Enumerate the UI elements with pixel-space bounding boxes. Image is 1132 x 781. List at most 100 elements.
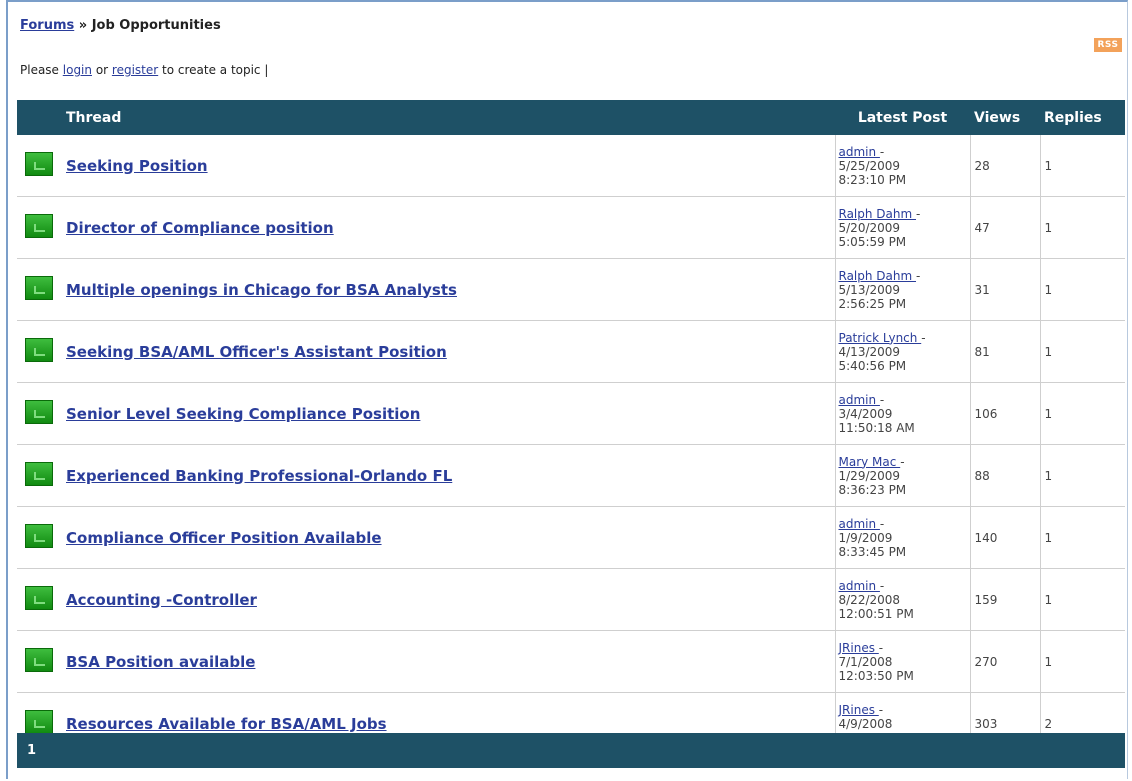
latest-post-time: 12:00:51 PM [838,606,914,621]
folder-icon [24,586,53,610]
folder-icon [24,152,53,176]
thread-title-cell: BSA Position available [60,630,835,693]
thread-icon-cell [17,506,60,569]
views-count: 88 [970,444,1041,507]
login-prompt-prefix: Please [20,63,63,77]
table-row: Experienced Banking Professional-Orlando… [17,444,1125,507]
thread-title-link[interactable]: Senior Level Seeking Compliance Position [66,405,420,423]
table-row: Accounting -Controller admin -8/22/2008 12… [17,568,1125,631]
thread-icon-cell [17,568,60,631]
table-row: Director of Compliance position Ralph Dah… [17,196,1125,259]
login-prompt: Please login or register to create a top… [20,63,268,77]
latest-post-cell: admin -8/22/2008 12:00:51 PM [834,568,971,631]
folder-icon [24,710,53,734]
latest-post-date: 4/9/2008 [838,716,893,731]
thread-title-link[interactable]: Accounting -Controller [66,591,257,609]
thread-title-cell: Director of Compliance position [60,196,835,259]
latest-post-dash: - [879,392,885,407]
thread-icon-cell [17,630,60,693]
table-header-row: Thread Latest Post Views Replies [17,100,1125,135]
latest-post-author-link[interactable]: admin [839,145,880,159]
thread-title-cell: Compliance Officer Position Available [60,506,835,569]
thread-title-link[interactable]: Director of Compliance position [66,219,334,237]
latest-post-author-link[interactable]: JRines [839,703,879,717]
latest-post-time: 12:03:50 PM [838,668,914,683]
latest-post-author-link[interactable]: JRines [839,641,879,655]
table-row: Senior Level Seeking Compliance Position… [17,382,1125,445]
latest-post-author-link[interactable]: Ralph Dahm [839,269,917,283]
latest-post-cell: Mary Mac -1/29/2009 8:36:23 PM [834,444,971,507]
thread-title-link[interactable]: BSA Position available [66,653,255,671]
latest-post-date: 3/4/2009 [838,406,893,421]
views-count: 106 [970,382,1041,445]
folder-icon [24,524,53,548]
latest-post-date: 1/9/2009 [838,530,893,545]
thread-title-cell: Seeking Position [60,135,835,197]
latest-post-time: 2:56:25 PM [838,296,907,311]
latest-post-cell: admin -1/9/2009 8:33:45 PM [834,506,971,569]
thread-title-link[interactable]: Compliance Officer Position Available [66,529,382,547]
page-number-current[interactable]: 1 [27,743,36,758]
views-count: 31 [970,258,1041,321]
thread-title-link[interactable]: Resources Available for BSA/AML Jobs [66,715,387,733]
latest-post-dash: - [878,640,884,655]
latest-post-dash: - [879,578,885,593]
table-row: BSA Position available JRines -7/1/2008 12… [17,630,1125,693]
latest-post-cell: admin -5/25/2009 8:23:10 PM [834,135,971,197]
latest-post-cell: Ralph Dahm -5/20/2009 5:05:59 PM [834,196,971,259]
thread-title-link[interactable]: Multiple openings in Chicago for BSA Ana… [66,281,457,299]
replies-count: 1 [1040,135,1125,197]
latest-post-author-link[interactable]: Patrick Lynch [839,331,922,345]
thread-title-cell: Experienced Banking Professional-Orlando… [60,444,835,507]
latest-post-dash: - [921,330,926,345]
table-row: Seeking BSA/AML Officer's Assistant Posi… [17,320,1125,383]
header-views: Views [970,100,1040,135]
header-thread: Thread [60,100,835,135]
latest-post-time: 8:33:45 PM [838,544,907,559]
rss-button[interactable]: RSS [1094,38,1122,52]
register-link[interactable]: register [112,63,158,77]
folder-icon [24,648,53,672]
views-count: 28 [970,135,1041,197]
replies-count: 1 [1040,568,1125,631]
breadcrumb-current: Job Opportunities [91,18,221,33]
folder-icon [24,214,53,238]
latest-post-author-link[interactable]: Mary Mac [839,455,901,469]
views-count: 81 [970,320,1041,383]
login-link[interactable]: login [63,63,92,77]
latest-post-author-link[interactable]: admin [839,517,880,531]
replies-count: 1 [1040,382,1125,445]
thread-title-cell: Multiple openings in Chicago for BSA Ana… [60,258,835,321]
latest-post-author-link[interactable]: admin [839,393,880,407]
views-count: 140 [970,506,1041,569]
header-replies: Replies [1040,100,1125,135]
latest-post-time: 8:36:23 PM [838,482,907,497]
breadcrumb-forums-link[interactable]: Forums [20,18,74,33]
thread-title-cell: Seeking BSA/AML Officer's Assistant Posi… [60,320,835,383]
latest-post-time: 5:05:59 PM [838,234,907,249]
login-prompt-middle: or [92,63,112,77]
latest-post-time: 11:50:18 AM [838,420,915,435]
header-icon-column [17,100,60,135]
latest-post-dash: - [900,454,905,469]
folder-icon [24,462,53,486]
latest-post-cell: admin -3/4/2009 11:50:18 AM [834,382,971,445]
latest-post-date: 5/25/2009 [838,158,901,173]
replies-count: 1 [1040,630,1125,693]
views-count: 270 [970,630,1041,693]
thread-title-link[interactable]: Seeking Position [66,157,208,175]
latest-post-date: 5/13/2009 [838,282,901,297]
thread-title-link[interactable]: Seeking BSA/AML Officer's Assistant Posi… [66,343,447,361]
thread-table: Thread Latest Post Views Replies Seeking… [17,100,1125,755]
latest-post-author-link[interactable]: Ralph Dahm [839,207,917,221]
latest-post-author-link[interactable]: admin [839,579,880,593]
thread-title-cell: Senior Level Seeking Compliance Position [60,382,835,445]
replies-count: 1 [1040,444,1125,507]
folder-icon [24,400,53,424]
latest-post-date: 1/29/2009 [838,468,901,483]
latest-post-dash: - [878,702,884,717]
latest-post-date: 4/13/2009 [838,344,901,359]
breadcrumb-separator: » [74,18,92,33]
thread-title-link[interactable]: Experienced Banking Professional-Orlando… [66,467,452,485]
folder-icon [24,338,53,362]
